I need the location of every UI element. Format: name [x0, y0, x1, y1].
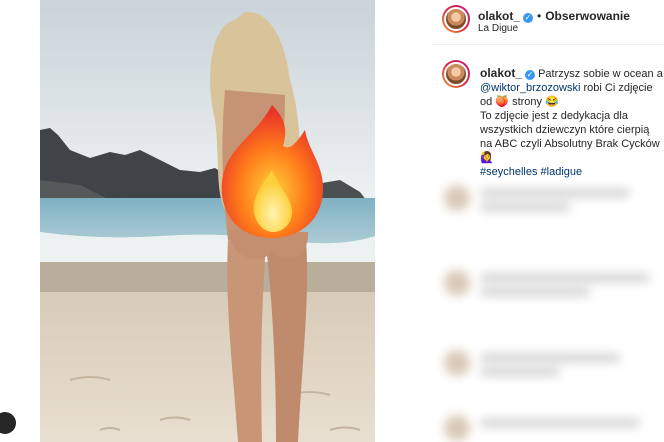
caption-avatar[interactable]: [442, 60, 470, 88]
header-user-line: olakot_ ✓ • Obserwowanie: [478, 9, 630, 23]
username-link[interactable]: olakot_: [478, 9, 520, 23]
verified-badge-icon: ✓: [525, 70, 536, 80]
profile-avatar[interactable]: [442, 5, 470, 33]
separator-dot: •: [537, 9, 542, 23]
profile-avatar-small[interactable]: [0, 412, 16, 434]
caption-line-3: 🍑 strony 😂: [495, 96, 559, 108]
location-link[interactable]: La Digue: [478, 23, 518, 34]
caption-line-4: To zdjęcie jest z dedykacja dla wszystki…: [480, 110, 660, 164]
verified-badge-icon: ✓: [523, 13, 534, 23]
mention-link[interactable]: @wiktor_brzozowski: [480, 82, 580, 94]
following-button[interactable]: Obserwowanie: [545, 9, 630, 23]
post-header: olakot_ ✓ • Obserwowanie La Digue: [432, 0, 664, 44]
post-sidebar: olakot_ ✓ • Obserwowanie La Digue olakot_ ✓ …: [432, 0, 664, 442]
beach-photo: [40, 0, 375, 442]
caption-line-1: Patrzysz sobie w ocean a: [538, 68, 663, 80]
blurred-comments: [432, 165, 664, 442]
header-divider: [432, 44, 664, 45]
caption-username[interactable]: olakot_: [480, 66, 522, 80]
caption-text: olakot_ ✓ Patrzysz sobie w ocean a @wikto…: [480, 66, 664, 179]
post-photo[interactable]: [40, 0, 375, 442]
